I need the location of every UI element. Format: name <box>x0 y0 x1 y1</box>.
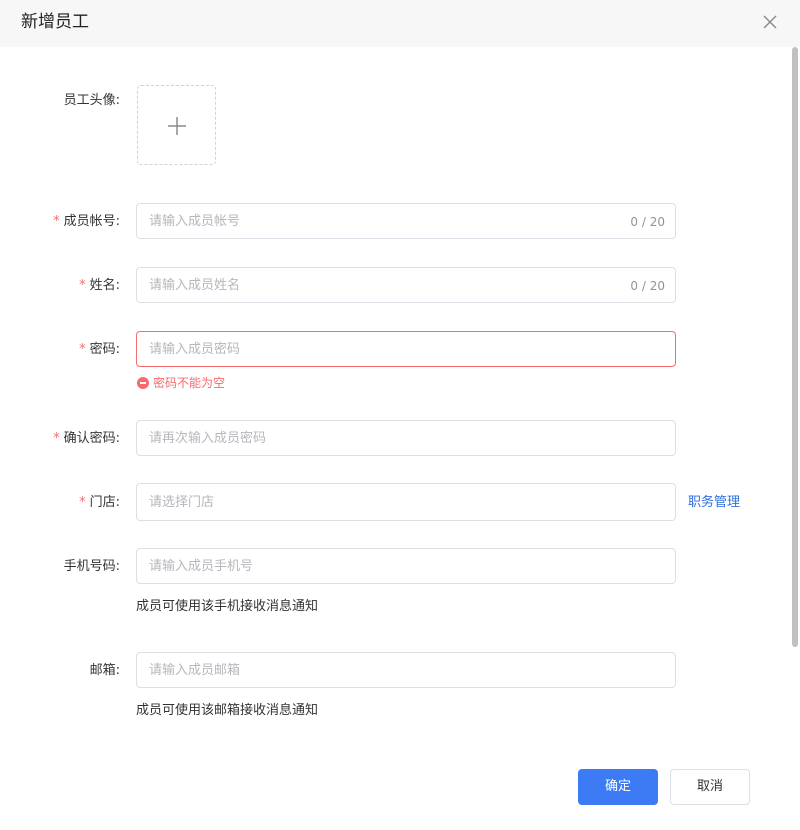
required-mark: * <box>53 214 60 229</box>
required-mark: * <box>79 278 86 293</box>
confirm-button[interactable]: 确定 <box>578 769 658 805</box>
email-hint: 成员可使用该邮箱接收消息通知 <box>136 703 319 718</box>
name-counter: 0 / 20 <box>630 279 665 293</box>
password-error: 密码不能为空 <box>137 374 225 392</box>
password-field[interactable] <box>136 331 676 367</box>
dialog-title: 新增员工 <box>21 12 89 32</box>
store-label: * 门店: <box>0 493 120 513</box>
account-label: * 成员帐号: <box>0 212 120 232</box>
phone-input[interactable] <box>137 549 675 583</box>
account-field[interactable]: 0 / 20 <box>136 203 676 239</box>
avatar-label: 员工头像: <box>63 93 120 108</box>
name-input[interactable] <box>137 268 675 302</box>
store-label-text: 门店: <box>89 495 120 510</box>
password-label-text: 密码: <box>89 342 120 357</box>
password-input[interactable] <box>137 332 675 366</box>
confirm-password-label: * 确认密码: <box>0 429 120 449</box>
avatar-upload[interactable] <box>137 85 216 165</box>
required-mark: * <box>79 342 86 357</box>
close-button[interactable] <box>760 12 780 32</box>
error-circle-icon <box>137 377 149 389</box>
account-counter: 0 / 20 <box>630 215 665 229</box>
confirm-password-field[interactable] <box>136 420 676 456</box>
store-select[interactable] <box>136 483 676 521</box>
email-label: 邮箱: <box>89 663 120 678</box>
position-management-link[interactable]: 职务管理 <box>688 493 740 513</box>
password-error-text: 密码不能为空 <box>153 376 226 390</box>
account-input[interactable] <box>137 204 675 238</box>
name-label-text: 姓名: <box>89 278 120 293</box>
name-label: * 姓名: <box>0 276 120 296</box>
phone-label: 手机号码: <box>63 559 120 574</box>
cancel-button[interactable]: 取消 <box>670 769 750 805</box>
name-field[interactable]: 0 / 20 <box>136 267 676 303</box>
account-label-text: 成员帐号: <box>63 214 120 229</box>
password-label: * 密码: <box>0 340 120 360</box>
dialog-header: 新增员工 <box>0 0 800 47</box>
close-icon <box>763 15 777 29</box>
email-field[interactable] <box>136 652 676 688</box>
store-select-input[interactable] <box>137 484 675 520</box>
confirm-password-input[interactable] <box>137 421 675 455</box>
confirm-password-label-text: 确认密码: <box>63 431 120 446</box>
required-mark: * <box>79 495 86 510</box>
email-input[interactable] <box>137 653 675 687</box>
phone-field[interactable] <box>136 548 676 584</box>
phone-hint: 成员可使用该手机接收消息通知 <box>136 599 319 614</box>
required-mark: * <box>53 431 60 446</box>
add-employee-dialog: 新增员工 员工头像: *成员帐号: 0 / 20 *姓名: 0 / 20 *密码… <box>0 0 800 830</box>
plus-icon <box>168 117 186 135</box>
scrollbar-thumb[interactable] <box>792 47 798 647</box>
